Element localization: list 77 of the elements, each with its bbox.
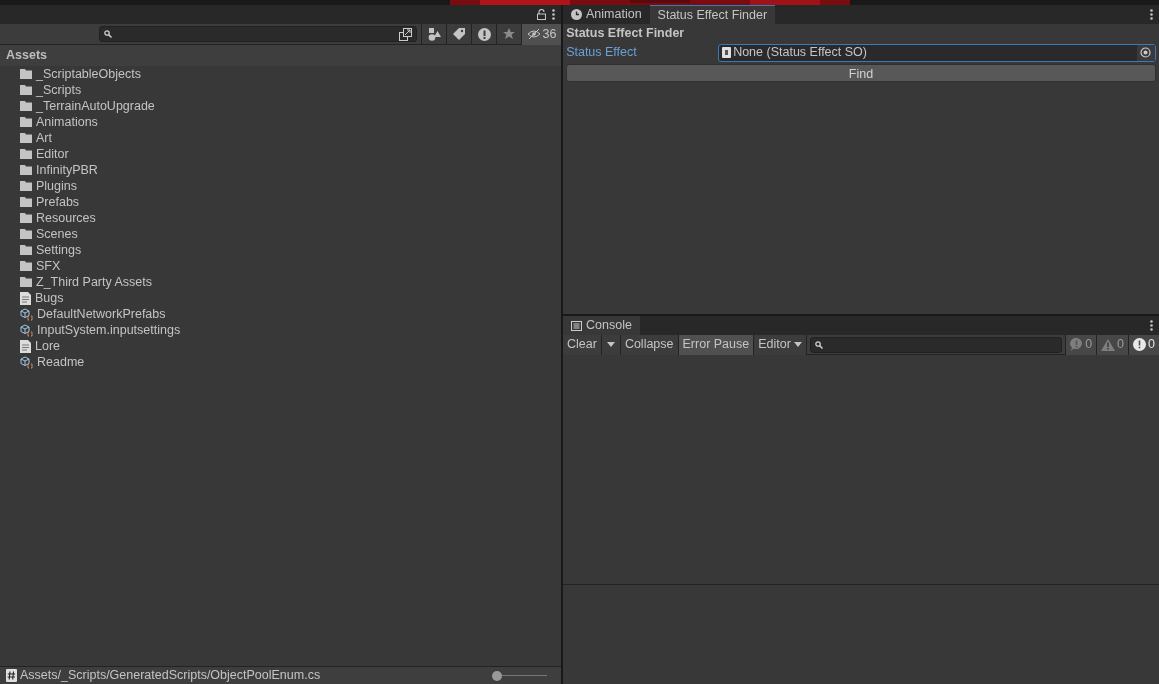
find-button[interactable]: Find	[566, 64, 1156, 82]
folder-icon	[20, 261, 32, 271]
target-icon	[1140, 47, 1152, 58]
folder-icon	[20, 85, 32, 95]
project-item[interactable]: Bugs	[0, 290, 561, 306]
project-item[interactable]: InfinityPBR	[0, 162, 561, 178]
panel-tab[interactable]: Animation	[563, 5, 650, 24]
project-item[interactable]: Readme	[0, 354, 561, 370]
more-icon[interactable]	[551, 9, 555, 20]
folder-icon	[20, 133, 32, 143]
cube-icon	[20, 355, 33, 369]
folder-icon	[20, 245, 32, 255]
folder-icon	[20, 229, 32, 239]
field-label: Status Effect	[566, 44, 638, 62]
caret-icon	[606, 342, 615, 347]
folder-icon	[20, 181, 32, 191]
project-item[interactable]: _Scripts	[0, 82, 561, 98]
folder-icon	[20, 117, 32, 127]
folder-icon	[20, 149, 32, 159]
panel-tab[interactable]: Status Effect Finder	[649, 5, 776, 24]
cube-icon	[20, 307, 33, 321]
warning-icon	[1101, 338, 1116, 351]
project-item[interactable]: Art	[0, 130, 561, 146]
search-icon	[815, 340, 823, 349]
lock-icon[interactable]	[536, 9, 546, 20]
cube-icon	[20, 323, 33, 337]
folder-icon	[20, 165, 32, 175]
star-icon	[503, 28, 515, 40]
project-item[interactable]: Settings	[0, 242, 561, 258]
selected-asset-path: Assets/_Scripts/GeneratedScripts/ObjectPoolEnum.cs	[20, 667, 321, 684]
object-picker-button[interactable]	[1136, 44, 1155, 61]
exclamation-icon	[477, 27, 491, 41]
text-file-icon	[20, 339, 31, 353]
tag-icon	[453, 28, 465, 40]
project-item[interactable]: Prefabs	[0, 194, 561, 210]
project-item[interactable]: Animations	[0, 114, 561, 130]
project-item[interactable]: Plugins	[0, 178, 561, 194]
toolbar-button[interactable]: Clear	[563, 334, 602, 355]
hidden-packages-button[interactable]: 36	[521, 23, 561, 45]
project-item[interactable]: Z_Third Party Assets	[0, 274, 561, 290]
folder-icon	[20, 69, 32, 79]
panel-title: Status Effect Finder	[565, 25, 686, 42]
scriptable-object-icon	[722, 47, 732, 58]
zoom-slider[interactable]	[492, 670, 547, 681]
project-item[interactable]: InputSystem.inputsettings	[0, 322, 561, 338]
search-icon	[104, 30, 112, 38]
search-field[interactable]	[99, 26, 417, 42]
project-item[interactable]: _ScriptableObjects	[0, 66, 561, 82]
project-item[interactable]: Lore	[0, 338, 561, 354]
clock-icon	[571, 9, 582, 20]
object-field[interactable]: None (Status Effect SO)	[718, 43, 1156, 62]
folder-icon	[20, 101, 32, 111]
project-item[interactable]: Scenes	[0, 226, 561, 242]
project-item[interactable]: Editor	[0, 146, 561, 162]
project-item[interactable]: SFX	[0, 258, 561, 274]
caret-icon	[793, 342, 802, 347]
console-icon	[571, 320, 582, 331]
folder-icon	[20, 277, 32, 287]
hidden-eye-icon	[526, 29, 541, 39]
project-item[interactable]: Resources	[0, 210, 561, 226]
text-file-icon	[20, 291, 31, 305]
folder-header: Assets	[0, 45, 561, 66]
slider-thumb[interactable]	[492, 670, 502, 681]
dropdown-button[interactable]: Editor	[754, 334, 807, 355]
shapes-icon	[427, 27, 441, 41]
project-item[interactable]: _TerrainAutoUpgrade	[0, 98, 561, 114]
error-icon	[1133, 338, 1147, 351]
search-field[interactable]	[810, 336, 1062, 353]
more-icon[interactable]	[1149, 320, 1153, 331]
scene-search-icon[interactable]	[399, 27, 412, 41]
more-icon[interactable]	[1149, 9, 1153, 20]
project-item[interactable]: DefaultNetworkPrefabs	[0, 306, 561, 322]
console-tab[interactable]: Console	[563, 316, 640, 335]
folder-icon	[20, 213, 32, 223]
log-count-toggle[interactable]: 0	[1128, 334, 1159, 355]
info-icon	[1070, 338, 1084, 351]
folder-icon	[20, 197, 32, 207]
